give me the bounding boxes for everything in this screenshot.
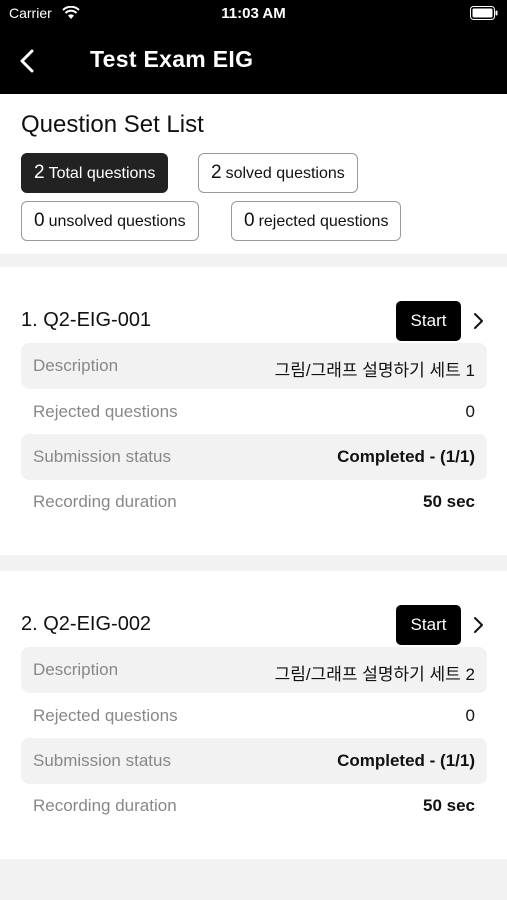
row-label: Recording duration: [33, 492, 177, 511]
row-value: 그림/그래프 설명하기 세트 2: [274, 665, 475, 684]
top-bar: Carrier 11:03 AM Test Exam EIG: [0, 0, 507, 94]
row-value: Completed - (1/1): [337, 447, 475, 466]
clock: 11:03 AM: [221, 5, 286, 22]
question-set-title: 2. Q2-EIG-002: [21, 613, 152, 635]
battery-icon: [470, 6, 498, 20]
row-value: 50 sec: [423, 796, 475, 815]
back-arrow-icon[interactable]: [16, 48, 40, 74]
chip-count: 0: [34, 210, 45, 231]
row-label: Description: [33, 660, 119, 679]
row-value: 50 sec: [423, 492, 475, 511]
nav-bar: Test Exam EIG: [0, 30, 507, 94]
question-set-card: 1. Q2-EIG-001 Start Description 그림/그래프 설…: [0, 267, 507, 555]
description-row: Description 그림/그래프 설명하기 세트 2: [21, 647, 487, 693]
chip-count: 0: [244, 210, 255, 231]
submission-status-row: Submission status Completed - (1/1): [21, 738, 487, 784]
row-value: Completed - (1/1): [337, 751, 475, 770]
row-label: Rejected questions: [33, 402, 178, 421]
start-button[interactable]: Start: [396, 605, 461, 645]
row-label: Rejected questions: [33, 706, 178, 725]
status-bar: Carrier 11:03 AM: [0, 0, 507, 30]
chevron-right-icon[interactable]: [470, 311, 486, 331]
chip-count: 2: [34, 162, 45, 183]
chip-label: rejected questions: [258, 213, 389, 230]
chip-count: 2: [211, 162, 222, 183]
row-label: Submission status: [33, 751, 171, 770]
total-questions-chip[interactable]: 2 Total questions: [21, 153, 169, 193]
unsolved-questions-chip[interactable]: 0 unsolved questions: [21, 201, 199, 241]
solved-questions-chip[interactable]: 2 solved questions: [198, 153, 358, 193]
question-set-title: 1. Q2-EIG-001: [21, 309, 152, 331]
section-title: Question Set List: [21, 111, 204, 138]
question-set-card: 2. Q2-EIG-002 Start Description 그림/그래프 설…: [0, 571, 507, 859]
description-row: Description 그림/그래프 설명하기 세트 1: [21, 343, 487, 389]
page-title: Test Exam EIG: [90, 46, 254, 72]
rejected-row: Rejected questions 0: [21, 389, 487, 435]
chip-label: Total questions: [48, 165, 156, 182]
row-value: 0: [465, 706, 475, 725]
chip-label: solved questions: [225, 165, 345, 182]
chip-label: unsolved questions: [48, 213, 186, 230]
rejected-row: Rejected questions 0: [21, 693, 487, 739]
row-label: Description: [33, 356, 119, 375]
start-button[interactable]: Start: [396, 301, 461, 341]
row-label: Submission status: [33, 447, 171, 466]
row-label: Recording duration: [33, 796, 177, 815]
summary-section: Question Set List 2 Total questions 2 solv…: [0, 94, 507, 254]
row-value: 0: [465, 402, 475, 421]
chevron-right-icon[interactable]: [470, 615, 486, 635]
recording-duration-row: Recording duration 50 sec: [21, 783, 487, 829]
recording-duration-row: Recording duration 50 sec: [21, 479, 487, 525]
rejected-questions-chip[interactable]: 0 rejected questions: [231, 201, 402, 241]
submission-status-row: Submission status Completed - (1/1): [21, 434, 487, 480]
row-value: 그림/그래프 설명하기 세트 1: [274, 361, 475, 380]
